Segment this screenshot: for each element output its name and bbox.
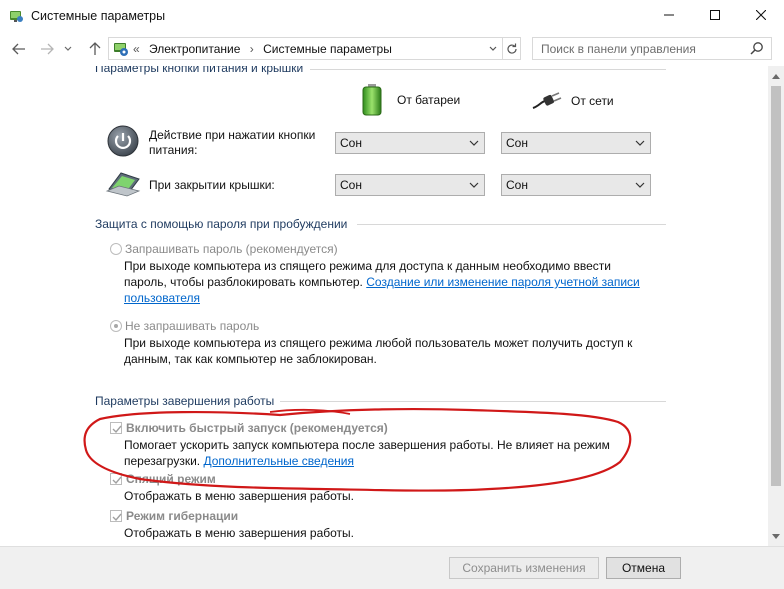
hibernate-checkbox[interactable] bbox=[110, 510, 122, 522]
breadcrumb-item-power[interactable]: Электропитание bbox=[149, 42, 240, 56]
no-password-radio[interactable] bbox=[110, 320, 122, 332]
checkmark-icon bbox=[112, 513, 122, 522]
title-bar: Системные параметры bbox=[0, 0, 784, 32]
settings-content: Параметры кнопки питания и крышки От бат… bbox=[0, 66, 768, 546]
lid-close-battery-select[interactable]: Сон bbox=[335, 174, 485, 196]
column-label-battery: От батареи bbox=[397, 93, 461, 107]
power-plug-icon bbox=[532, 92, 562, 109]
column-header-battery: От батареи bbox=[361, 84, 460, 116]
shutdown-heading: Параметры завершения работы bbox=[95, 394, 275, 408]
fast-startup-label: Включить быстрый запуск (рекомендуется) bbox=[126, 421, 388, 435]
hibernate-description: Отображать в меню завершения работы. bbox=[124, 526, 355, 540]
breadcrumb: « Электропитание › Системные параметры bbox=[133, 42, 398, 56]
triangle-up-icon bbox=[772, 73, 780, 79]
minimize-icon bbox=[664, 14, 674, 16]
scroll-down-button[interactable] bbox=[768, 528, 784, 544]
breadcrumb-item-system-settings[interactable]: Системные параметры bbox=[263, 42, 392, 56]
checkmark-icon bbox=[112, 476, 122, 485]
chevron-down-icon bbox=[469, 140, 479, 146]
power-options-icon bbox=[10, 11, 23, 22]
power-button-action-label: Действие при нажатии кнопки питания: bbox=[149, 128, 316, 157]
no-password-label: Не запрашивать пароль bbox=[125, 319, 260, 333]
triangle-down-icon bbox=[772, 533, 780, 539]
cancel-button[interactable]: Отмена bbox=[606, 557, 681, 579]
laptop-lid-icon bbox=[105, 172, 141, 197]
more-info-link[interactable]: Дополнительные сведения bbox=[203, 454, 353, 468]
scroll-up-button[interactable] bbox=[768, 68, 784, 84]
power-buttons-heading: Параметры кнопки питания и крышки bbox=[95, 66, 304, 75]
no-password-option[interactable]: Не запрашивать пароль bbox=[110, 318, 259, 334]
fast-startup-checkbox[interactable] bbox=[110, 422, 122, 434]
chevron-down-icon bbox=[489, 46, 497, 51]
fast-startup-option[interactable]: Включить быстрый запуск (рекомендуется) bbox=[110, 420, 388, 436]
column-header-ac: От сети bbox=[531, 92, 614, 110]
chevron-down-icon bbox=[635, 140, 645, 146]
close-button[interactable] bbox=[738, 0, 784, 30]
power-button-icon bbox=[107, 125, 139, 157]
up-button[interactable] bbox=[86, 40, 104, 58]
sleep-checkbox[interactable] bbox=[110, 473, 122, 485]
control-panel-icon bbox=[114, 43, 128, 56]
chevron-down-icon bbox=[64, 46, 72, 51]
scrollbar-thumb[interactable] bbox=[771, 86, 781, 486]
require-password-radio[interactable] bbox=[110, 243, 122, 255]
dialog-footer: Сохранить изменения Отмена bbox=[0, 546, 784, 589]
arrow-right-icon bbox=[41, 43, 54, 55]
power-button-ac-value: Сон bbox=[506, 136, 528, 150]
search-box[interactable] bbox=[532, 37, 772, 60]
chevron-down-icon bbox=[469, 182, 479, 188]
sleep-option[interactable]: Спящий режим bbox=[110, 471, 216, 487]
breadcrumb-overflow[interactable]: « bbox=[133, 42, 140, 56]
require-password-option[interactable]: Запрашивать пароль (рекомендуется) bbox=[110, 241, 338, 257]
navigation-bar: « Электропитание › Системные параметры bbox=[0, 32, 784, 66]
checkmark-icon bbox=[112, 425, 122, 434]
lid-close-ac-value: Сон bbox=[506, 178, 528, 192]
window-title: Системные параметры bbox=[31, 9, 166, 23]
section-divider bbox=[310, 69, 666, 70]
forward-button[interactable] bbox=[38, 40, 56, 58]
chevron-down-icon bbox=[635, 182, 645, 188]
lid-close-action-label: При закрытии крышки: bbox=[149, 178, 275, 192]
maximize-icon bbox=[710, 10, 720, 20]
minimize-button[interactable] bbox=[646, 0, 692, 30]
power-button-battery-select[interactable]: Сон bbox=[335, 132, 485, 154]
arrow-left-icon bbox=[12, 43, 25, 55]
section-divider bbox=[357, 224, 666, 225]
back-button[interactable] bbox=[10, 40, 28, 58]
hibernate-label: Режим гибернации bbox=[126, 509, 239, 523]
battery-icon bbox=[362, 84, 382, 116]
search-input[interactable] bbox=[533, 38, 743, 59]
lid-close-battery-value: Сон bbox=[340, 178, 362, 192]
breadcrumb-separator-icon: › bbox=[249, 42, 254, 56]
refresh-icon bbox=[507, 43, 517, 54]
close-icon bbox=[756, 10, 766, 20]
power-button-ac-select[interactable]: Сон bbox=[501, 132, 651, 154]
column-label-ac: От сети bbox=[571, 94, 614, 108]
require-password-label: Запрашивать пароль (рекомендуется) bbox=[125, 242, 338, 256]
fast-startup-description: Помогает ускорить запуск компьютера посл… bbox=[124, 438, 610, 468]
sleep-label: Спящий режим bbox=[126, 472, 216, 486]
address-dropdown-button[interactable] bbox=[484, 38, 502, 59]
search-icon[interactable] bbox=[748, 40, 766, 58]
power-button-battery-value: Сон bbox=[340, 136, 362, 150]
lid-close-ac-select[interactable]: Сон bbox=[501, 174, 651, 196]
address-bar[interactable]: « Электропитание › Системные параметры bbox=[108, 37, 521, 60]
sleep-description: Отображать в меню завершения работы. bbox=[124, 489, 355, 503]
section-divider bbox=[280, 401, 666, 402]
require-password-description: При выходе компьютера из спящего режима … bbox=[124, 259, 640, 305]
refresh-button[interactable] bbox=[502, 38, 521, 59]
recent-locations-button[interactable] bbox=[62, 40, 74, 58]
arrow-up-icon bbox=[89, 42, 101, 55]
save-changes-button[interactable]: Сохранить изменения bbox=[449, 557, 599, 579]
password-heading: Защита с помощью пароля при пробуждении bbox=[95, 217, 348, 231]
maximize-button[interactable] bbox=[692, 0, 738, 30]
hibernate-option[interactable]: Режим гибернации bbox=[110, 508, 238, 524]
no-password-description: При выходе компьютера из спящего режима … bbox=[124, 336, 633, 366]
vertical-scrollbar[interactable] bbox=[768, 66, 784, 546]
